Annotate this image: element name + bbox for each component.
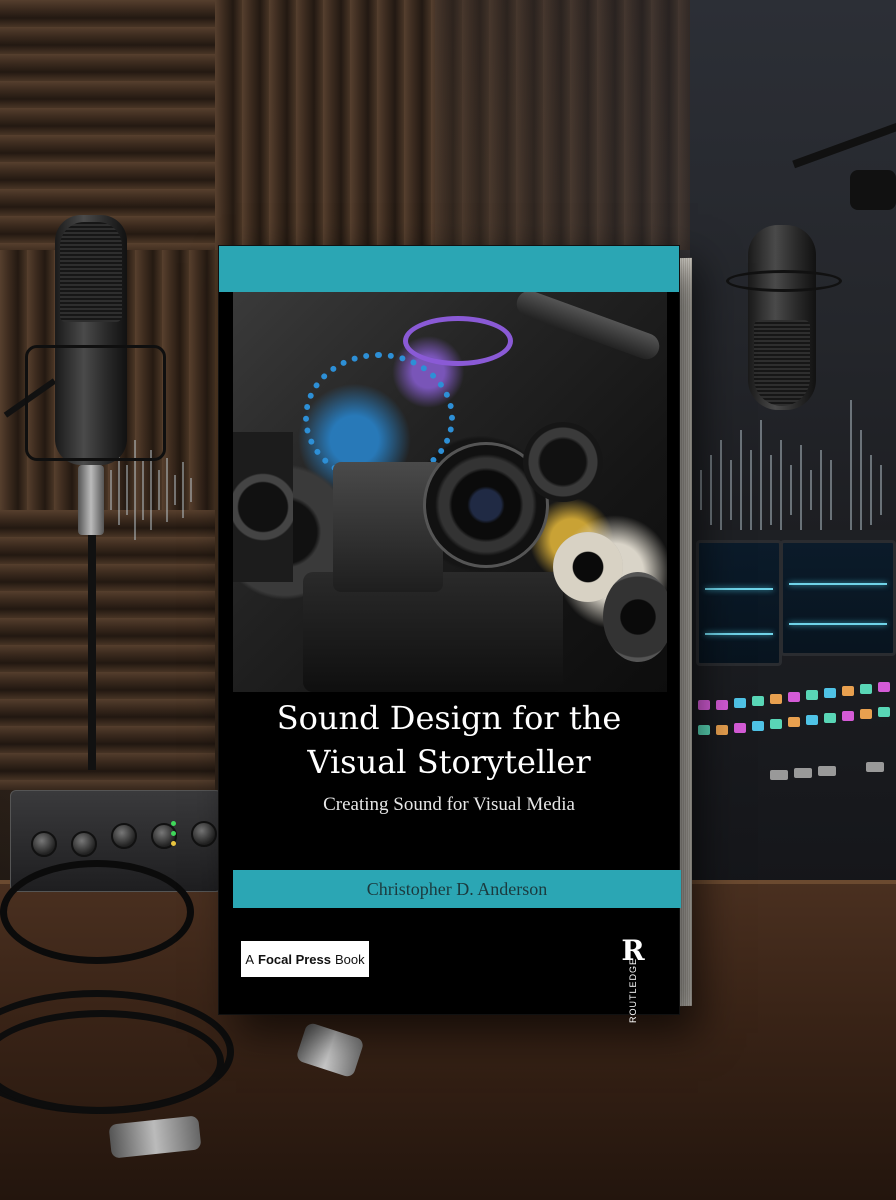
waveform-screen: [780, 540, 896, 656]
book-title-line-2: Visual Storyteller: [307, 743, 591, 781]
book-author: Christopher D. Anderson: [366, 879, 548, 899]
acoustic-foam-panel: [0, 510, 215, 790]
publisher-label: A Focal Press Book: [241, 941, 369, 977]
speaker-icon: [233, 432, 293, 582]
publisher-prefix: A: [245, 951, 255, 967]
shotgun-microphone-icon: [513, 292, 663, 363]
acoustic-foam-panel: [215, 0, 435, 250]
headphones-icon: [523, 422, 603, 502]
studio-scene: Sound Design for the Visual Storyteller …: [0, 0, 896, 1200]
publisher-suffix: Book: [335, 951, 365, 967]
book-cover: Sound Design for the Visual Storyteller …: [218, 245, 681, 1024]
waveform-screen: [696, 540, 782, 666]
publisher-name: Focal Press: [258, 951, 332, 967]
mixing-console-icon: [690, 530, 896, 890]
author-band: Christopher D. Anderson: [233, 870, 681, 908]
acoustic-foam-panel: [435, 0, 690, 250]
routledge-wordmark: ROUTLEDGE: [628, 957, 638, 1023]
cover-top-band: [219, 246, 679, 292]
gaffer-tape-icon: [603, 572, 667, 662]
book-title-line-1: Sound Design for the: [276, 699, 622, 737]
cover-photo: [233, 292, 667, 692]
purple-cable-coil: [403, 316, 513, 366]
xlr-cable-icon: [0, 860, 194, 964]
book-subtitle: Creating Sound for Visual Media: [323, 794, 575, 815]
acoustic-foam-panel: [0, 0, 215, 250]
routledge-imprint: R ROUTLEDGE: [615, 936, 651, 1024]
book: Sound Design for the Visual Storyteller …: [218, 245, 681, 1024]
